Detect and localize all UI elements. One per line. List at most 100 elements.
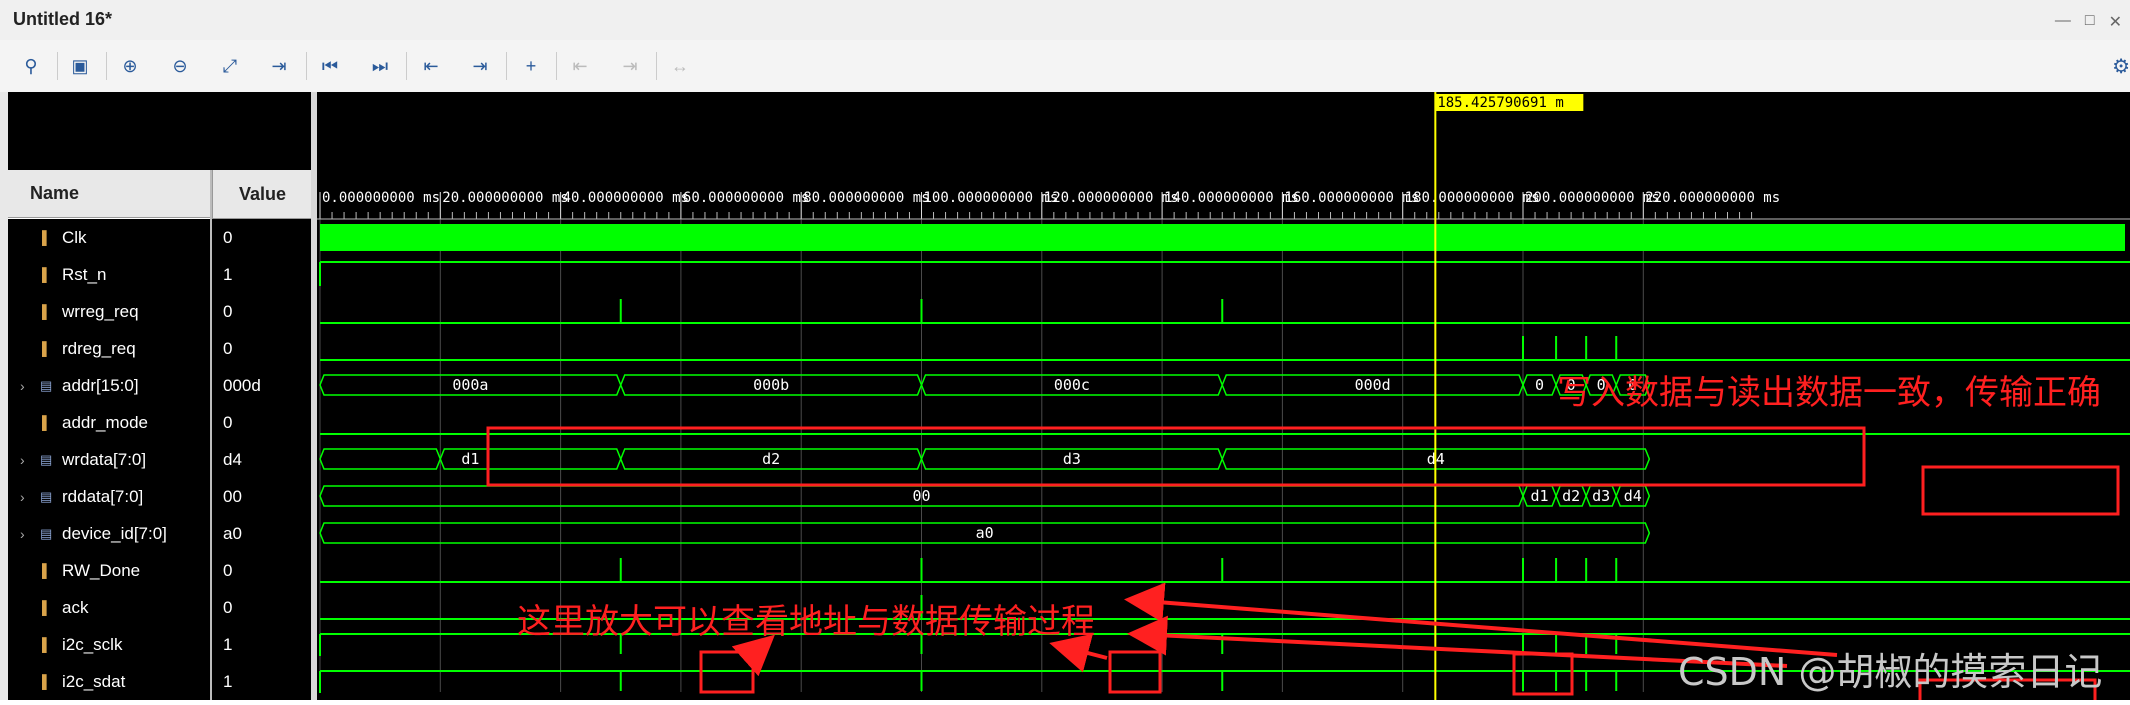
bus-segment (319, 448, 442, 470)
column-splitter[interactable] (210, 170, 212, 700)
signal-row[interactable]: ▌ Clk (8, 219, 210, 256)
signal-value: 000d (223, 375, 261, 395)
zoom-in-icon[interactable]: ⊕ (116, 52, 144, 80)
signal-value-row: 00 (212, 478, 311, 515)
toolbar-separator (57, 52, 58, 80)
zoom-fit-icon[interactable]: ⤢ (216, 52, 244, 80)
next-marker-icon[interactable]: ⇥ (616, 52, 644, 80)
toolbar-separator (556, 52, 557, 80)
toolbar-separator (506, 52, 507, 80)
wire-signal-icon: ▌ (42, 600, 52, 615)
bus-value-label: d2 (762, 450, 780, 468)
wire-signal-icon: ▌ (42, 341, 52, 356)
signal-value-row: 1 (212, 663, 311, 700)
title-bar: Untitled 16* — □ ✕ (0, 0, 2130, 41)
signal-row[interactable]: › ▤ addr[15:0] (8, 367, 210, 404)
signal-row[interactable]: ▌ i2c_sdat (8, 663, 210, 700)
expand-chevron-icon[interactable]: › (20, 489, 25, 505)
signal-name: rdreg_req (62, 338, 136, 358)
signal-value: 0 (223, 412, 233, 432)
wire-signal-icon: ▌ (42, 230, 52, 245)
settings-icon[interactable]: ⚙ (2112, 54, 2130, 79)
maximize-icon[interactable]: □ (2085, 12, 2095, 32)
signal-name: ack (62, 597, 89, 617)
previous-marker-icon[interactable]: ⇤ (566, 52, 594, 80)
expand-chevron-icon[interactable]: › (20, 526, 25, 542)
cursor-time-label: 185.425790691 m (1437, 95, 1563, 111)
signal-name: wrdata[7:0] (62, 449, 147, 469)
bus-value-label: d3 (1063, 450, 1081, 468)
toolbar-separator (306, 52, 307, 80)
clk-waveform (320, 224, 2125, 251)
go-to-cursor-icon[interactable]: ⇥ (265, 52, 293, 80)
ruler-tick-label: 140.000000000 ms (1164, 190, 1299, 206)
search-icon[interactable]: ⚲ (17, 52, 45, 80)
signal-value-row: a0 (212, 515, 311, 552)
wire-signal-icon: ▌ (42, 267, 52, 282)
signal-value: 0 (223, 227, 233, 247)
bus-value-label: 000c (1054, 376, 1090, 394)
wire-signal-icon: ▌ (42, 563, 52, 578)
toolbar: ⚲ ▣ ⊕ ⊖ ⤢ ⇥ ⏮ ⏭ ⇤ ⇥ + ⇤ ⇥ ↔ ⚙ (0, 40, 2130, 93)
wire-signal-icon: ▌ (42, 304, 52, 319)
expand-chevron-icon[interactable]: › (20, 378, 25, 394)
signal-row[interactable]: › ▤ device_id[7:0] (8, 515, 210, 552)
ruler-tick-label: 0.000000000 ms (322, 190, 440, 206)
signal-value: 0 (223, 338, 233, 358)
name-column-header[interactable]: Name (8, 170, 210, 218)
signal-value: 1 (223, 264, 233, 284)
wire-signal-icon: ▌ (42, 674, 52, 689)
signal-row[interactable]: ▌ ack (8, 589, 210, 626)
signal-value-row: 0 (212, 589, 311, 626)
next-transition-icon[interactable]: ⇥ (466, 52, 494, 80)
save-icon[interactable]: ▣ (66, 52, 94, 80)
value-column-header[interactable]: Value (212, 170, 312, 219)
window-title: Untitled 16* (13, 9, 113, 29)
swap-cursors-icon[interactable]: ↔ (666, 52, 694, 80)
bus-value-label: 000d (1355, 376, 1391, 394)
minimize-icon[interactable]: — (2055, 12, 2071, 32)
signal-value-row: 0 (212, 330, 311, 367)
go-to-time-zero-icon[interactable]: ⏮ (316, 52, 344, 80)
expand-chevron-icon[interactable]: › (20, 452, 25, 468)
signal-row[interactable]: ▌ Rst_n (8, 256, 210, 293)
signal-value-row: 1 (212, 626, 311, 663)
signal-value-row: 0 (212, 552, 311, 589)
signal-name: rddata[7:0] (62, 486, 144, 506)
signal-row[interactable]: ▌ addr_mode (8, 404, 210, 441)
left-edge (0, 92, 8, 700)
ruler-tick-label: 60.000000000 ms (683, 190, 809, 206)
signal-row[interactable]: › ▤ wrdata[7:0] (8, 441, 210, 478)
toolbar-separator (406, 52, 407, 80)
ruler-tick-label: 220.000000000 ms (1645, 190, 1780, 206)
signal-name: Rst_n (62, 264, 107, 284)
signal-row[interactable]: › ▤ rddata[7:0] (8, 478, 210, 515)
go-to-last-time-icon[interactable]: ⏭ (366, 52, 394, 80)
signal-name: RW_Done (62, 560, 141, 580)
signal-value: 0 (223, 301, 233, 321)
signal-row[interactable]: ▌ wrreg_req (8, 293, 210, 330)
signal-value-row: 0 (212, 219, 311, 256)
signal-value-list: 0 1 0 0 000d 0 d4 00 a0 0 0 1 1 (212, 219, 311, 700)
signal-value: d4 (223, 449, 242, 469)
zoom-out-icon[interactable]: ⊖ (166, 52, 194, 80)
bus-signal-icon: ▤ (40, 488, 53, 504)
waveform-canvas[interactable]: 0.000000000 ms 20.000000000 ms 40.00000000… (317, 92, 2130, 705)
signal-name: device_id[7:0] (62, 523, 167, 543)
ruler-tick-label: 180.000000000 ms (1405, 190, 1540, 206)
previous-transition-icon[interactable]: ⇤ (417, 52, 445, 80)
scope-header-area (8, 92, 311, 170)
signal-row[interactable]: ▌ rdreg_req (8, 330, 210, 367)
wire-signal-icon: ▌ (42, 637, 52, 652)
signal-value-row: d4 (212, 441, 311, 478)
ruler-tick-label: 100.000000000 ms (924, 190, 1059, 206)
toolbar-separator (106, 52, 107, 80)
ruler-tick-label: 40.000000000 ms (563, 190, 689, 206)
signal-value: a0 (223, 523, 242, 543)
signal-row[interactable]: ▌ i2c_sclk (8, 626, 210, 663)
signal-row[interactable]: ▌ RW_Done (8, 552, 210, 589)
close-icon[interactable]: ✕ (2109, 12, 2122, 32)
add-marker-icon[interactable]: + (517, 52, 545, 80)
bus-value-label: d1 (461, 450, 479, 468)
bus-value-label: 000b (753, 376, 789, 394)
